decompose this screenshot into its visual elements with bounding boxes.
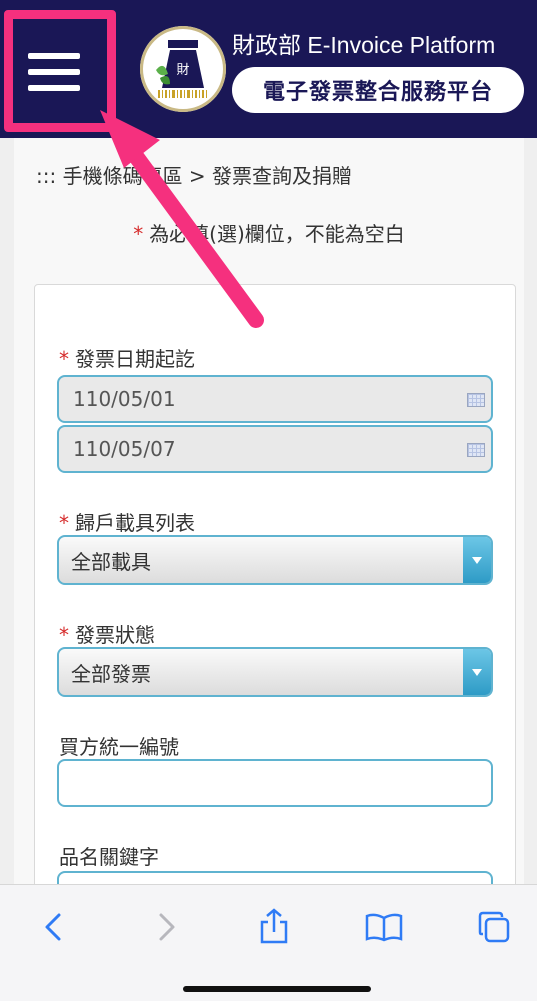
home-indicator [183, 986, 371, 992]
required-note: * 為必填(選)欄位，不能為空白 [14, 218, 524, 247]
chevron-down-icon[interactable] [463, 649, 491, 695]
date-range-label: * 發票日期起訖 [59, 347, 195, 371]
carrier-label: * 歸戶載具列表 [59, 511, 195, 535]
required-mark: * [59, 511, 69, 535]
chevron-down-icon[interactable] [463, 537, 491, 583]
forward-icon[interactable] [146, 907, 186, 947]
carrier-selected: 全部載具 [71, 549, 151, 574]
status-select[interactable]: 全部發票 [57, 647, 493, 697]
required-mark: * [59, 623, 69, 647]
end-date-input[interactable]: 110/05/07 [57, 425, 493, 473]
start-date-value: 110/05/01 [73, 387, 176, 411]
back-icon[interactable] [34, 907, 74, 947]
ministry-logo: 財 [140, 26, 226, 112]
search-form: * 發票日期起訖 110/05/01 110/05/07 * 歸戶載具列表 全部載具… [34, 284, 516, 888]
share-icon[interactable] [254, 907, 294, 947]
keyword-label: 品名關鍵字 [59, 845, 159, 869]
tabs-icon[interactable] [474, 907, 514, 947]
buyer-id-input[interactable] [57, 759, 493, 807]
site-title-en: 財政部 E-Invoice Platform [232, 32, 496, 58]
required-mark: * [59, 347, 69, 371]
end-date-value: 110/05/07 [73, 437, 176, 461]
menu-icon[interactable] [28, 53, 80, 91]
site-header: 財 財政部 E-Invoice Platform 電子發票整合服務平台 [0, 0, 537, 138]
required-note-text: 為必填(選)欄位，不能為空白 [149, 222, 405, 246]
bookmarks-icon[interactable] [364, 907, 404, 947]
buyer-id-label: 買方統一編號 [59, 735, 179, 759]
start-date-input[interactable]: 110/05/01 [57, 375, 493, 423]
status-selected: 全部發票 [71, 661, 151, 686]
carrier-select[interactable]: 全部載具 [57, 535, 493, 585]
status-label: * 發票狀態 [59, 623, 155, 647]
calendar-icon[interactable] [467, 393, 485, 407]
calendar-icon[interactable] [467, 443, 485, 457]
browser-toolbar [0, 884, 537, 1001]
svg-text:財: 財 [176, 63, 189, 78]
breadcrumb: ::: 手機條碼專區 > 發票查詢及捐贈 [36, 164, 353, 188]
site-title-zh[interactable]: 電子發票整合服務平台 [232, 67, 524, 113]
main-content: ::: 手機條碼專區 > 發票查詢及捐贈 * 為必填(選)欄位，不能為空白 * 發票… [14, 138, 524, 888]
required-mark: * [133, 222, 144, 246]
